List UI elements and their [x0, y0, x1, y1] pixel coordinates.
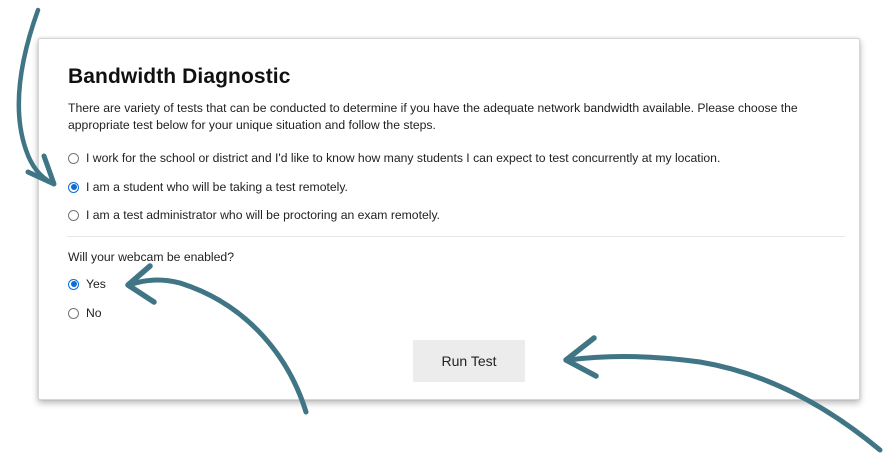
radio-student[interactable] — [68, 181, 79, 193]
radio-webcam-no[interactable] — [68, 307, 79, 319]
page-title: Bandwidth Diagnostic — [68, 65, 291, 88]
role-option-school-district[interactable]: I work for the school or district and I'… — [68, 151, 720, 165]
radio-school-district[interactable] — [68, 152, 79, 164]
role-option-student[interactable]: I am a student who will be taking a test… — [68, 180, 348, 194]
radio-administrator[interactable] — [68, 209, 79, 221]
role-option-administrator[interactable]: I am a test administrator who will be pr… — [68, 208, 440, 222]
webcam-question: Will your webcam be enabled? — [68, 250, 234, 264]
webcam-option-yes[interactable]: Yes — [68, 277, 106, 291]
section-divider — [67, 236, 845, 237]
bandwidth-diagnostic-panel: Bandwidth Diagnostic There are variety o… — [38, 38, 860, 400]
panel-description: There are variety of tests that can be c… — [68, 101, 798, 132]
role-option-label: I work for the school or district and I'… — [86, 151, 721, 165]
role-option-label: I am a student who will be taking a test… — [86, 180, 348, 194]
webcam-option-label: No — [86, 306, 102, 320]
webcam-option-no[interactable]: No — [68, 306, 102, 320]
role-option-label: I am a test administrator who will be pr… — [86, 208, 441, 222]
run-test-button[interactable]: Run Test — [413, 340, 525, 382]
webcam-option-label: Yes — [86, 277, 106, 291]
radio-webcam-yes[interactable] — [68, 278, 79, 290]
